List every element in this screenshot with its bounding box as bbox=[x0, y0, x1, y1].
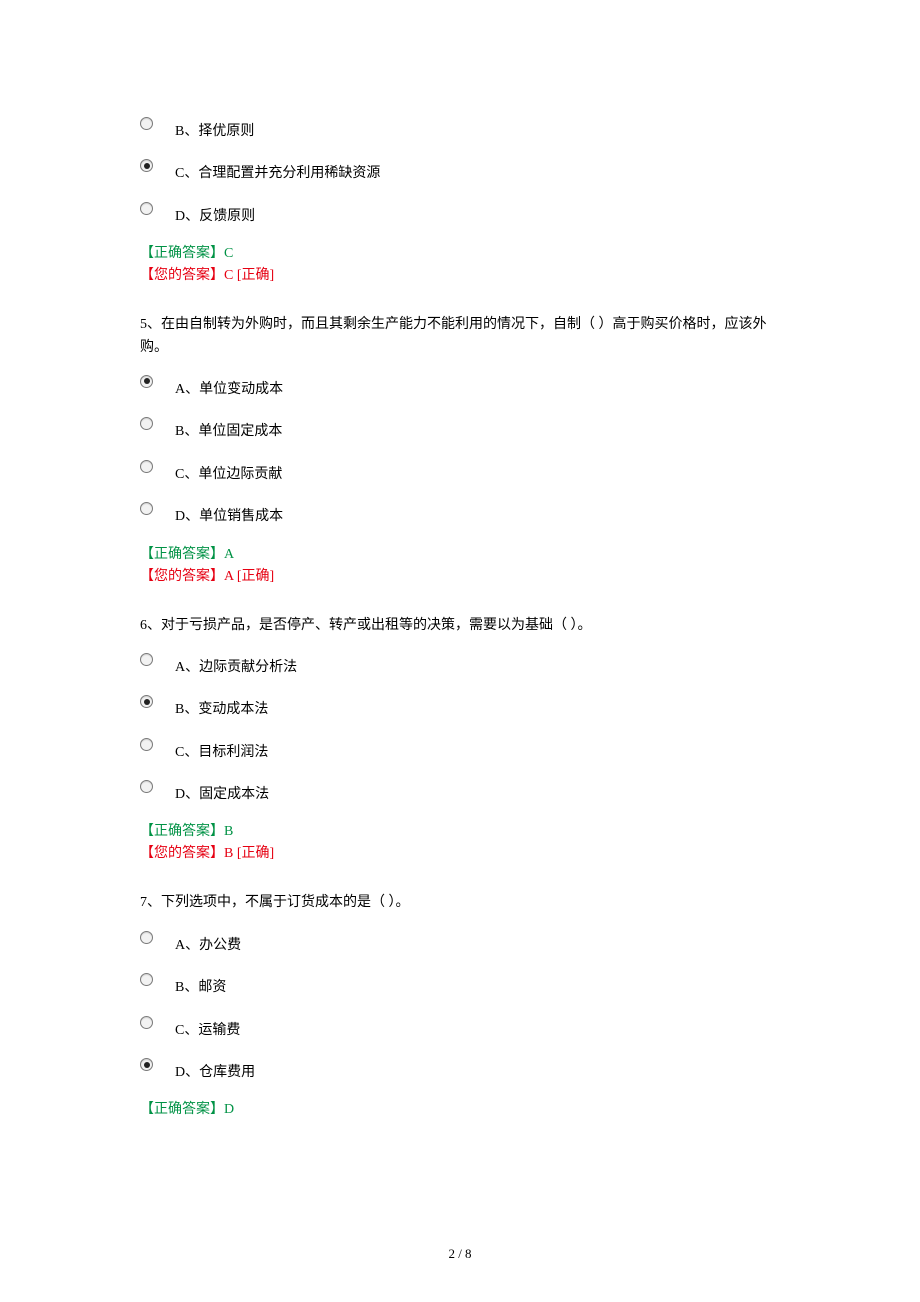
option-label: A、单位变动成本 bbox=[175, 373, 283, 401]
option-row: B、单位固定成本 bbox=[140, 415, 780, 443]
option-row: B、邮资 bbox=[140, 971, 780, 999]
q4-options: B、择优原则 C、合理配置并充分利用稀缺资源 D、反馈原则 bbox=[140, 115, 780, 228]
radio-icon[interactable] bbox=[140, 653, 153, 666]
correct-answer-line: 【正确答案】B bbox=[140, 820, 780, 840]
option-row: A、单位变动成本 bbox=[140, 373, 780, 401]
radio-icon[interactable] bbox=[140, 417, 153, 430]
option-label: C、目标利润法 bbox=[175, 736, 268, 764]
q7-options: A、办公费 B、邮资 C、运输费 D、仓库费用 bbox=[140, 929, 780, 1085]
q6-options: A、边际贡献分析法 B、变动成本法 C、目标利润法 D、固定成本法 bbox=[140, 651, 780, 807]
option-row: C、合理配置并充分利用稀缺资源 bbox=[140, 157, 780, 185]
option-row: D、仓库费用 bbox=[140, 1056, 780, 1084]
option-row: D、单位销售成本 bbox=[140, 500, 780, 528]
radio-icon[interactable] bbox=[140, 375, 153, 388]
question-text: 5、在由自制转为外购时，而且其剩余生产能力不能利用的情况下，自制（ ）高于购买价… bbox=[140, 314, 780, 359]
option-row: C、运输费 bbox=[140, 1014, 780, 1042]
option-row: D、固定成本法 bbox=[140, 778, 780, 806]
your-answer-line: 【您的答案】C [正确] bbox=[140, 264, 780, 284]
radio-icon[interactable] bbox=[140, 202, 153, 215]
option-row: D、反馈原则 bbox=[140, 200, 780, 228]
option-label: A、办公费 bbox=[175, 929, 241, 957]
option-label: B、择优原则 bbox=[175, 115, 254, 143]
option-label: B、单位固定成本 bbox=[175, 415, 282, 443]
option-label: A、边际贡献分析法 bbox=[175, 651, 297, 679]
radio-icon[interactable] bbox=[140, 159, 153, 172]
correct-answer-line: 【正确答案】D bbox=[140, 1098, 780, 1118]
radio-icon[interactable] bbox=[140, 780, 153, 793]
option-label: B、邮资 bbox=[175, 971, 226, 999]
radio-icon[interactable] bbox=[140, 1016, 153, 1029]
correct-answer-line: 【正确答案】A bbox=[140, 543, 780, 563]
option-label: C、合理配置并充分利用稀缺资源 bbox=[175, 157, 380, 185]
radio-icon[interactable] bbox=[140, 1058, 153, 1071]
option-row: A、边际贡献分析法 bbox=[140, 651, 780, 679]
your-answer-line: 【您的答案】B [正确] bbox=[140, 842, 780, 862]
radio-icon[interactable] bbox=[140, 931, 153, 944]
question-text: 6、对于亏损产品，是否停产、转产或出租等的决策，需要以为基础（ ）。 bbox=[140, 615, 780, 637]
radio-icon[interactable] bbox=[140, 502, 153, 515]
option-row: A、办公费 bbox=[140, 929, 780, 957]
option-label: D、反馈原则 bbox=[175, 200, 255, 228]
option-label: B、变动成本法 bbox=[175, 693, 268, 721]
option-row: B、变动成本法 bbox=[140, 693, 780, 721]
radio-icon[interactable] bbox=[140, 973, 153, 986]
your-answer-line: 【您的答案】A [正确] bbox=[140, 565, 780, 585]
option-label: D、单位销售成本 bbox=[175, 500, 283, 528]
radio-icon[interactable] bbox=[140, 117, 153, 130]
option-row: C、目标利润法 bbox=[140, 736, 780, 764]
radio-icon[interactable] bbox=[140, 738, 153, 751]
option-label: D、仓库费用 bbox=[175, 1056, 255, 1084]
option-label: D、固定成本法 bbox=[175, 778, 269, 806]
option-row: B、择优原则 bbox=[140, 115, 780, 143]
radio-icon[interactable] bbox=[140, 460, 153, 473]
correct-answer-line: 【正确答案】C bbox=[140, 242, 780, 262]
page-number: 2 / 8 bbox=[0, 1246, 920, 1262]
option-label: C、运输费 bbox=[175, 1014, 240, 1042]
option-label: C、单位边际贡献 bbox=[175, 458, 282, 486]
question-text: 7、下列选项中，不属于订货成本的是（ ）。 bbox=[140, 892, 780, 914]
option-row: C、单位边际贡献 bbox=[140, 458, 780, 486]
q5-options: A、单位变动成本 B、单位固定成本 C、单位边际贡献 D、单位销售成本 bbox=[140, 373, 780, 529]
document-page: B、择优原则 C、合理配置并充分利用稀缺资源 D、反馈原则 【正确答案】C 【您… bbox=[0, 0, 920, 1302]
radio-icon[interactable] bbox=[140, 695, 153, 708]
